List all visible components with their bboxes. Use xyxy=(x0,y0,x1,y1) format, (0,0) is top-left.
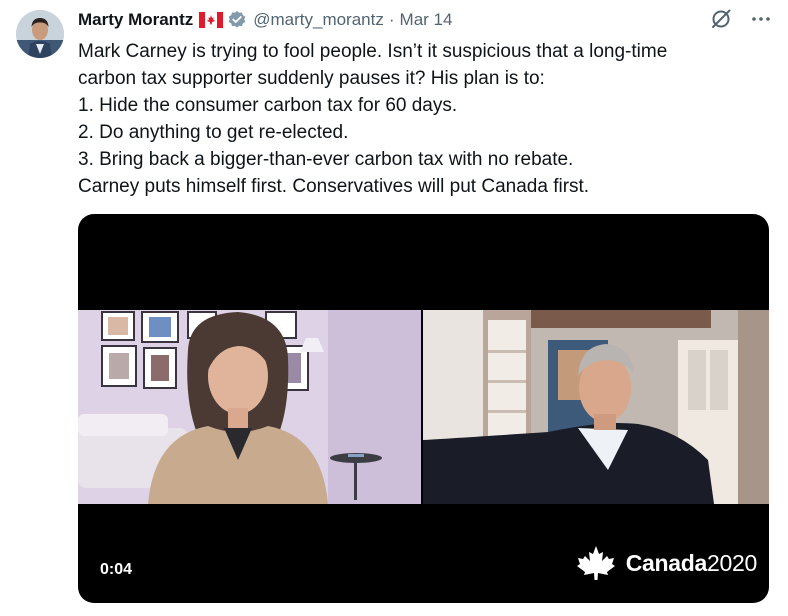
tweet-text: Mark Carney is trying to fool people. Is… xyxy=(78,38,768,200)
tweet-line: 3. Bring back a bigger-than-ever carbon … xyxy=(78,149,574,170)
video-brand-logo: Canada 2020 xyxy=(576,545,757,581)
tweet-line: Carney puts himself first. Conservatives… xyxy=(78,176,590,197)
tweet-line: 1. Hide the consumer carbon tax for 60 d… xyxy=(78,95,458,116)
tweet-header: Marty Morantz @marty_morantz · Mar 14 xyxy=(78,8,772,32)
tweet-line: Mark Carney is trying to fool people. Is… xyxy=(78,41,668,62)
tweet-date[interactable]: Mar 14 xyxy=(400,10,453,30)
tweet-line: 2. Do anything to get re-elected. xyxy=(78,122,349,143)
avatar[interactable] xyxy=(16,10,64,58)
more-icon[interactable] xyxy=(750,8,772,30)
brand-year: 2020 xyxy=(707,549,757,576)
separator-dot: · xyxy=(388,10,395,29)
canada-flag-icon xyxy=(199,12,224,28)
avatar-photo xyxy=(16,10,64,58)
video-timestamp: 0:04 xyxy=(100,561,133,578)
verified-badge-icon[interactable] xyxy=(227,10,247,30)
video-frame xyxy=(78,310,769,504)
tweet-line: carbon tax supporter suddenly pauses it?… xyxy=(78,68,545,89)
video-player[interactable]: 0:04 Canada 2020 xyxy=(78,214,769,603)
header-actions xyxy=(710,8,772,30)
brand-name: Canada xyxy=(625,549,708,576)
author-handle[interactable]: @marty_morantz xyxy=(253,10,384,30)
grok-icon[interactable] xyxy=(710,8,732,30)
maple-leaf-icon xyxy=(576,545,616,581)
author-name[interactable]: Marty Morantz xyxy=(78,10,193,30)
